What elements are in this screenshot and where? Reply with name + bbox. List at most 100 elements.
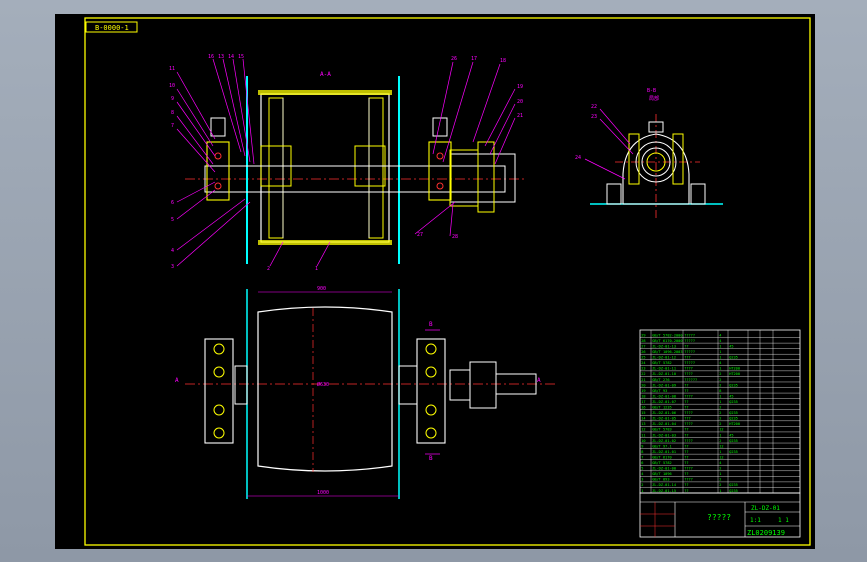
parts-cell: ZL-DZ-01-05	[652, 417, 676, 421]
parts-cell: 8	[641, 450, 643, 454]
parts-cell: 1	[719, 472, 721, 476]
parts-cell: ZL-DZ-01-08	[652, 394, 676, 398]
dimension-diameter-label: Ø630	[317, 381, 329, 388]
svg-text:22: 22	[591, 104, 597, 110]
title-scale: 1:1	[750, 517, 761, 524]
svg-text:4: 4	[171, 248, 174, 254]
parts-cell: 45	[729, 394, 733, 398]
parts-cell: ZL-DZ-01-00	[652, 467, 676, 471]
parts-cell: 1	[641, 489, 643, 493]
parts-cell: 2	[719, 478, 721, 482]
parts-cell: 22	[641, 372, 645, 376]
parts-cell: 13	[641, 422, 645, 426]
svg-text:9: 9	[171, 96, 174, 102]
parts-cell: ???	[684, 356, 691, 360]
drawing-canvas[interactable]: B-0000-1 A-A 11 10 9 8 7 6 5 4 3 16 13 1…	[55, 14, 815, 549]
parts-cell: ZL-DZ-01-14	[652, 483, 676, 487]
parts-cell: 16	[641, 406, 645, 410]
section-mark-b-bottom: B	[429, 455, 433, 462]
parts-cell: ????	[684, 422, 693, 426]
parts-cell: 1	[719, 367, 721, 371]
svg-text:27: 27	[417, 232, 423, 238]
parts-cell: 1	[719, 400, 721, 404]
parts-cell: ????	[684, 478, 693, 482]
parts-cell: ??????	[684, 378, 697, 382]
parts-cell: 4	[719, 339, 721, 343]
svg-text:17: 17	[471, 56, 477, 62]
parts-cell: 4	[719, 461, 721, 465]
parts-cell: 1	[719, 489, 721, 493]
parts-cell: GB/T 1235	[652, 406, 671, 410]
parts-cell: GB/T 93	[652, 389, 667, 393]
title-drawing-no: ZL0209139	[747, 529, 785, 537]
parts-cell: ??	[684, 344, 688, 348]
parts-cell: ZL-DZ-01-10	[652, 372, 676, 376]
parts-cell: ??	[684, 489, 688, 493]
parts-cell: Q235	[729, 483, 738, 487]
parts-cell: 23	[641, 367, 645, 371]
parts-cell: 12	[719, 428, 723, 432]
parts-cell: 4	[719, 333, 721, 337]
parts-cell: 3	[641, 478, 643, 482]
parts-cell: 2	[719, 383, 721, 387]
parts-cell: 25	[641, 356, 645, 360]
parts-cell: ??	[684, 455, 688, 459]
parts-cell: 8	[719, 389, 721, 393]
number-box-label: B-0000-1	[95, 24, 129, 32]
parts-cell: 28	[641, 339, 645, 343]
parts-cell: GB/T 5782	[652, 361, 671, 365]
section-mark-a-right: A	[537, 377, 541, 384]
svg-text:18: 18	[500, 58, 506, 64]
svg-text:24: 24	[575, 155, 581, 161]
parts-cell: Q235	[729, 417, 738, 421]
svg-text:3: 3	[171, 264, 174, 270]
parts-cell: 45	[729, 344, 733, 348]
svg-text:26: 26	[451, 56, 457, 62]
parts-cell: 10	[641, 439, 645, 443]
parts-cell: 11	[641, 433, 645, 437]
parts-cell: 1	[719, 350, 721, 354]
parts-cell: 14	[641, 417, 645, 421]
parts-cell: ZL-DZ-01-06	[652, 411, 676, 415]
parts-cell: ??	[684, 483, 688, 487]
parts-cell: 12	[719, 444, 723, 448]
parts-cell: 24	[641, 361, 645, 365]
parts-cell: 1	[719, 433, 721, 437]
parts-cell: ZL-DZ-01-09	[652, 383, 676, 387]
drum-lagging-bottom	[258, 240, 392, 245]
parts-cell: 7	[641, 455, 643, 459]
parts-cell: ?????	[684, 339, 695, 343]
parts-cell: ??	[684, 433, 688, 437]
parts-cell: ???	[684, 417, 691, 421]
parts-cell: 18	[641, 394, 645, 398]
svg-text:5: 5	[171, 217, 174, 223]
svg-text:6: 6	[171, 200, 174, 206]
parts-cell: 45	[729, 433, 733, 437]
parts-cell: GB/T 6170	[652, 455, 671, 459]
parts-cell: GB/T 5782	[652, 461, 671, 465]
parts-cell: ZL-DZ-01-01	[652, 450, 676, 454]
parts-cell: GB/T 97.1	[652, 444, 671, 448]
parts-cell: ZL-DZ-01-12	[652, 356, 676, 360]
svg-text:2: 2	[267, 266, 270, 272]
sheet	[55, 14, 815, 549]
parts-cell: ????	[684, 439, 693, 443]
parts-cell: 19	[641, 389, 645, 393]
svg-text:28: 28	[452, 234, 458, 240]
svg-text:10: 10	[169, 83, 175, 89]
parts-cell: HT200	[729, 367, 740, 371]
parts-cell: 21	[641, 378, 645, 382]
parts-cell: GB/T 5783	[652, 428, 671, 432]
parts-cell: ??	[684, 444, 688, 448]
parts-cell: ZL-DZ-01-02	[652, 439, 676, 443]
view-note: 局部	[649, 95, 659, 102]
parts-cell: ??	[684, 428, 688, 432]
parts-cell: 2	[719, 422, 721, 426]
parts-cell: 1	[719, 344, 721, 348]
parts-cell: ?????	[684, 350, 695, 354]
svg-text:23: 23	[591, 114, 597, 120]
parts-cell: ????	[684, 372, 693, 376]
svg-text:11: 11	[169, 66, 175, 72]
parts-cell: Q235	[729, 400, 738, 404]
svg-text:20: 20	[517, 99, 523, 105]
